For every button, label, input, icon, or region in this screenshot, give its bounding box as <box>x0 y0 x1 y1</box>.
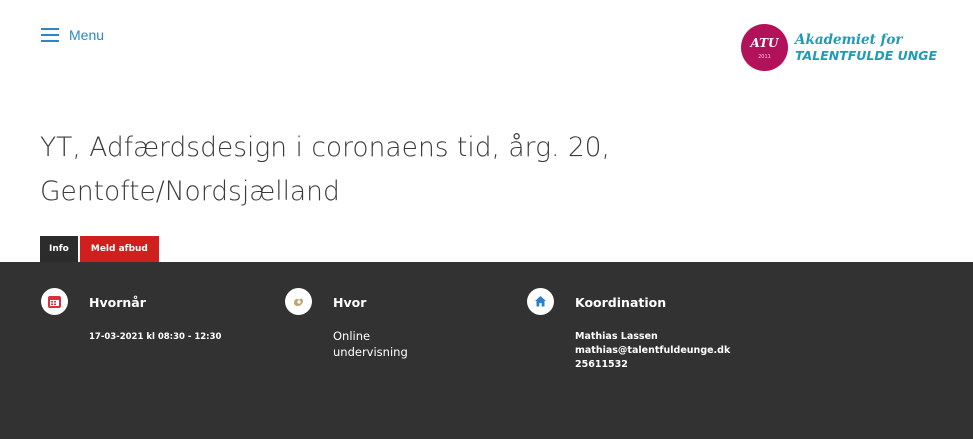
page-title-line2: Gentofte/Nordsjælland <box>40 176 340 207</box>
logo-emblem: ATU 2011 <box>741 24 788 71</box>
coordination-contact: Mathias Lassen mathias@talentfuldeunge.d… <box>575 330 730 372</box>
menu-label: Menu <box>69 27 105 43</box>
tab-meld-afbud[interactable]: Meld afbud <box>79 236 159 262</box>
hamburger-icon <box>41 28 59 42</box>
page-title-line1: YT, Adfærdsdesign i coronaens tid, årg. … <box>40 132 610 163</box>
menu-button[interactable]: Menu <box>41 27 104 43</box>
location-icon <box>285 288 312 315</box>
where-value: Online undervisning <box>333 329 408 359</box>
coordinator-email[interactable]: mathias@talentfuldeunge.dk <box>575 345 730 356</box>
where-title: Hvor <box>333 295 367 310</box>
logo-text: Akademiet for TALENTFULDE UNGE <box>795 31 938 63</box>
when-value: 17-03-2021 kl 08:30 - 12:30 <box>89 332 222 342</box>
tab-info[interactable]: Info <box>40 236 78 262</box>
when-title: Hvornår <box>89 295 146 310</box>
coordinator-name: Mathias Lassen <box>575 331 658 342</box>
tab-bar: Info Meld afbud <box>40 236 159 262</box>
info-panel: Hvornår 17-03-2021 kl 08:30 - 12:30 Hvor… <box>0 262 973 439</box>
calendar-icon <box>41 288 68 315</box>
home-icon <box>527 288 554 315</box>
page-title: YT, Adfærdsdesign i coronaens tid, årg. … <box>40 126 760 214</box>
coordination-title: Koordination <box>575 295 667 310</box>
coordinator-phone: 25611532 <box>575 359 628 370</box>
logo[interactable]: ATU 2011 Akademiet for TALENTFULDE UNGE <box>741 24 937 71</box>
